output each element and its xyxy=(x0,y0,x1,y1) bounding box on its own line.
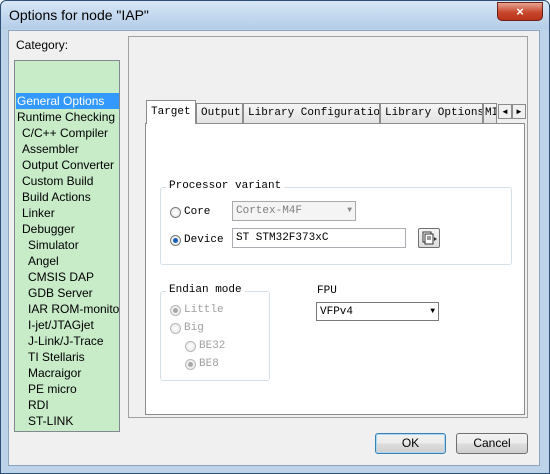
processor-variant-group xyxy=(160,187,512,265)
core-select-value: Cortex-M4F xyxy=(236,205,303,217)
close-icon[interactable]: × xyxy=(497,2,543,21)
tab-output[interactable]: Output xyxy=(196,103,243,123)
core-radio[interactable] xyxy=(170,207,181,218)
category-item[interactable]: Third-Party Driver xyxy=(16,429,119,431)
tab-target[interactable]: Target xyxy=(146,100,196,124)
category-item[interactable]: CMSIS DAP xyxy=(16,269,94,285)
title-bar[interactable]: Options for node "IAP" × xyxy=(1,1,549,29)
be32-label: BE32 xyxy=(199,340,226,352)
category-item[interactable]: General Options xyxy=(16,93,119,109)
endian-mode-label: Endian mode xyxy=(166,284,245,296)
category-item[interactable]: J-Link/J-Trace xyxy=(16,333,104,349)
little-endian-label: Little xyxy=(184,304,224,316)
processor-variant-label: Processor variant xyxy=(166,180,285,192)
category-item[interactable]: GDB Server xyxy=(16,285,93,301)
category-item[interactable]: I-jet/JTAGjet xyxy=(16,317,94,333)
category-item[interactable]: Runtime Checking xyxy=(16,109,115,125)
device-list-icon xyxy=(422,231,437,245)
category-label: Category: xyxy=(16,38,69,52)
big-endian-radio[interactable] xyxy=(170,323,181,334)
category-item[interactable]: Build Actions xyxy=(16,189,91,205)
tab-scroll-right-icon[interactable]: ► xyxy=(512,104,526,119)
big-endian-label: Big xyxy=(184,322,204,334)
chevron-down-icon: ▼ xyxy=(430,307,435,316)
be8-radio[interactable] xyxy=(185,359,196,370)
fpu-select[interactable]: VFPv4 ▼ xyxy=(316,302,439,321)
fpu-select-value: VFPv4 xyxy=(320,306,354,318)
category-list[interactable]: General Options Runtime Checking C/C++ Com… xyxy=(14,60,120,432)
category-item[interactable]: IAR ROM-monitor xyxy=(16,301,119,317)
device-radio[interactable] xyxy=(170,235,181,246)
category-item[interactable]: PE micro xyxy=(16,381,77,397)
category-item[interactable]: Output Converter xyxy=(16,157,114,173)
ok-button[interactable]: OK xyxy=(375,433,446,454)
category-item[interactable]: Assembler xyxy=(16,141,79,157)
device-label: Device xyxy=(184,234,224,246)
tab-scroll-left-icon[interactable]: ◄ xyxy=(498,104,512,119)
category-item[interactable]: Debugger xyxy=(16,221,75,237)
little-endian-radio[interactable] xyxy=(170,305,181,316)
category-item[interactable]: Linker xyxy=(16,205,55,221)
window-title: Options for node "IAP" xyxy=(9,7,149,23)
chevron-down-icon: ▼ xyxy=(347,206,352,215)
category-item[interactable]: Custom Build xyxy=(16,173,93,189)
tab-library-options[interactable]: Library Options xyxy=(380,103,483,123)
device-field[interactable]: ST STM32F373xC xyxy=(232,228,406,248)
tab-misra[interactable]: MI xyxy=(483,103,497,123)
category-item[interactable]: Macraigor xyxy=(16,365,81,381)
category-item[interactable]: TI Stellaris xyxy=(16,349,85,365)
category-item[interactable]: C/C++ Compiler xyxy=(16,125,108,141)
category-item[interactable]: ST-LINK xyxy=(16,413,73,429)
category-item[interactable]: Angel xyxy=(16,253,59,269)
core-label: Core xyxy=(184,206,211,218)
cancel-button[interactable]: Cancel xyxy=(456,433,528,454)
fpu-label: FPU xyxy=(317,285,337,297)
be32-radio[interactable] xyxy=(185,341,196,352)
category-item[interactable]: Simulator xyxy=(16,237,79,253)
core-select[interactable]: Cortex-M4F ▼ xyxy=(232,201,356,221)
device-browse-button[interactable] xyxy=(418,228,440,248)
tab-library-configuration[interactable]: Library Configuration xyxy=(243,103,380,123)
category-item[interactable]: RDI xyxy=(16,397,49,413)
be8-label: BE8 xyxy=(199,358,219,370)
